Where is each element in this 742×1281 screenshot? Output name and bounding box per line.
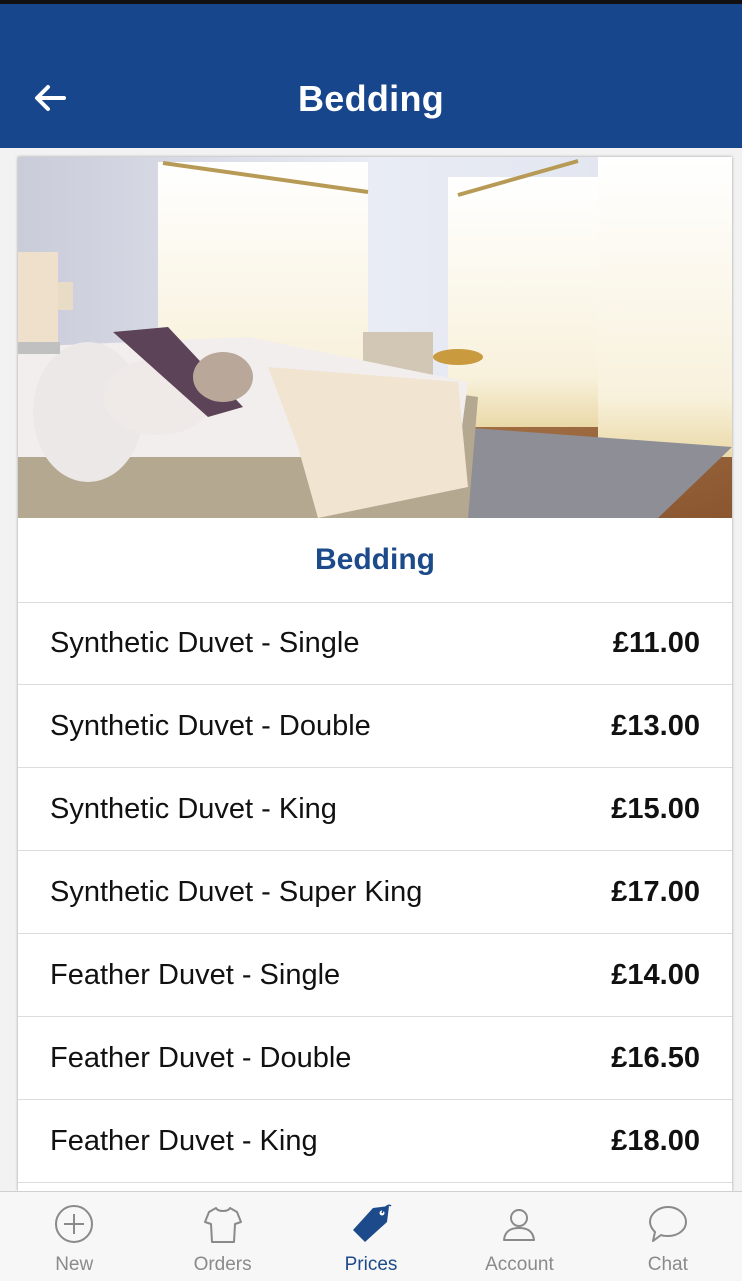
page-title: Bedding [297, 78, 445, 119]
item-price: £16.50 [611, 1042, 700, 1074]
bottom-nav: New Orders Prices Account Chat [0, 1191, 742, 1281]
item-name: Feather Duvet - Double [50, 1042, 352, 1074]
price-row[interactable]: Feather Duvet - King £18.00 [18, 1100, 732, 1183]
price-list: Synthetic Duvet - Single £11.00 Syntheti… [18, 602, 732, 1183]
chat-bubble-icon [648, 1206, 687, 1242]
nav-prices[interactable]: Prices [297, 1192, 445, 1281]
price-row[interactable]: Feather Duvet - Single £14.00 [18, 934, 732, 1017]
nav-label: Prices [344, 1254, 398, 1275]
price-row[interactable]: Feather Duvet - Double £16.50 [18, 1017, 732, 1100]
price-row[interactable]: Synthetic Duvet - Single £11.00 [18, 602, 732, 685]
person-icon [503, 1209, 536, 1241]
item-price: £11.00 [612, 627, 700, 659]
item-price: £13.00 [611, 710, 700, 742]
price-row[interactable]: Synthetic Duvet - Super King £17.00 [18, 851, 732, 934]
item-price: £17.00 [611, 876, 700, 908]
nav-chat[interactable]: Chat [594, 1192, 742, 1281]
nav-orders[interactable]: Orders [148, 1192, 296, 1281]
nav-account[interactable]: Account [445, 1192, 593, 1281]
plus-circle-icon [55, 1205, 94, 1243]
shirt-icon [203, 1207, 242, 1243]
section-title: Bedding [18, 518, 732, 603]
price-row[interactable]: Synthetic Duvet - Double £13.00 [18, 685, 732, 768]
nav-label: Account [485, 1254, 554, 1275]
item-name: Feather Duvet - Single [50, 959, 341, 991]
app-bar: Bedding [0, 4, 742, 148]
item-name: Feather Duvet - King [50, 1125, 318, 1157]
price-tag-icon [353, 1204, 392, 1242]
nav-label: Chat [647, 1254, 688, 1275]
nav-new[interactable]: New [0, 1192, 148, 1281]
item-name: Synthetic Duvet - Single [50, 627, 360, 659]
item-price: £15.00 [611, 793, 700, 825]
nav-label: New [55, 1254, 94, 1275]
bedroom-photo [18, 157, 732, 518]
price-row[interactable]: Synthetic Duvet - King £15.00 [18, 768, 732, 851]
item-price: £14.00 [611, 959, 700, 991]
item-price: £18.00 [611, 1125, 700, 1157]
item-name: Synthetic Duvet - Double [50, 710, 371, 742]
item-name: Synthetic Duvet - King [50, 793, 337, 825]
price-card: Bedding Synthetic Duvet - Single £11.00 … [18, 157, 732, 1191]
item-name: Synthetic Duvet - Super King [50, 876, 423, 908]
nav-label: Orders [193, 1254, 252, 1275]
